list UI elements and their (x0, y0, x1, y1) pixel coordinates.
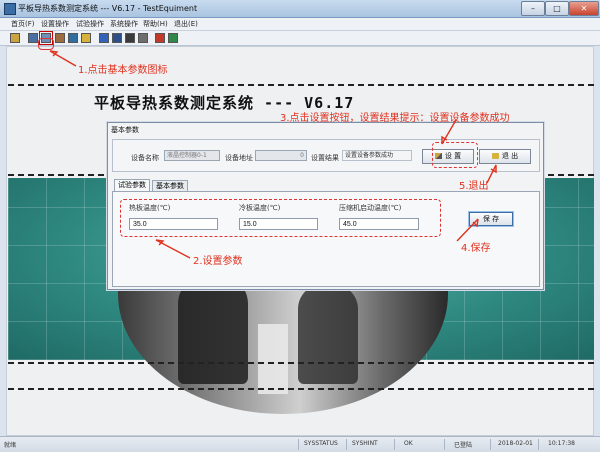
status-syshint: SYSHINT (352, 440, 378, 447)
status-logged: 已登陆 (454, 442, 473, 449)
status-sysstatus: SYSSTATUS (304, 440, 338, 447)
status-date: 2018-02-01 (498, 440, 533, 447)
annotation-step4: 4.保存 (461, 243, 491, 254)
annotation-step1: 1.点击基本参数图标 (78, 65, 168, 76)
arrow-1 (49, 50, 77, 67)
status-time: 10:17:38 (548, 440, 575, 447)
annotation-step3: 3.点击设置按钮，设置结果提示：设置设备参数成功 (280, 113, 510, 124)
arrow-4 (456, 218, 479, 242)
annotation-step2: 2.设置参数 (193, 256, 243, 267)
status-ok: OK (404, 440, 413, 447)
status-ready: 就绪 (4, 442, 17, 449)
annotation-step5: 5.退出 (459, 181, 489, 192)
status-bar: 就绪 SYSSTATUS SYSHINT OK 已登陆 2018-02-01 1… (0, 436, 600, 452)
